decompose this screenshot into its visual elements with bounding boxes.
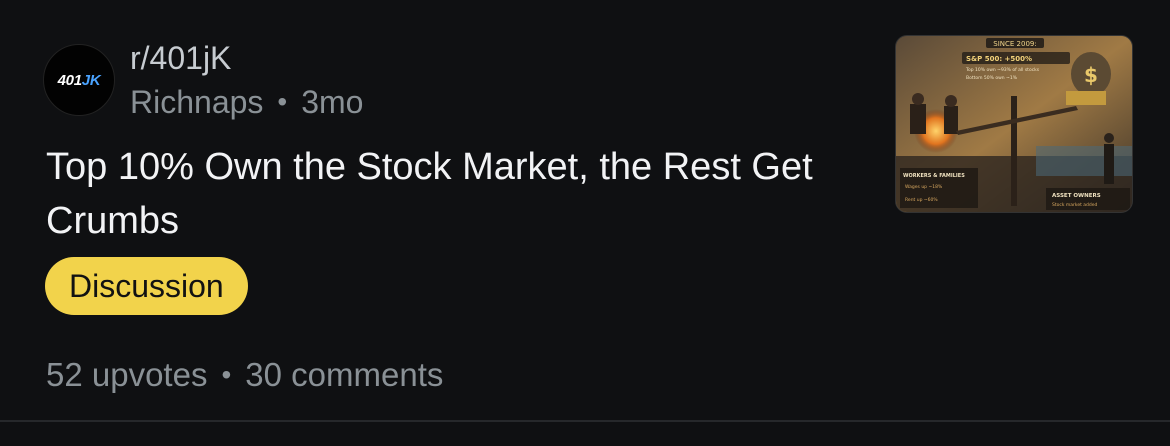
- author-name[interactable]: Richnaps: [130, 82, 263, 122]
- svg-text:Rent up ~60%: Rent up ~60%: [905, 197, 938, 203]
- svg-text:ASSET OWNERS: ASSET OWNERS: [1052, 193, 1101, 199]
- comment-count[interactable]: 30 comments: [245, 355, 443, 395]
- upvote-count[interactable]: 52 upvotes: [46, 355, 207, 395]
- svg-text:SINCE 2009:: SINCE 2009:: [993, 40, 1036, 48]
- divider: [0, 420, 1170, 422]
- subreddit-avatar[interactable]: 401JK: [43, 44, 115, 116]
- subreddit-name[interactable]: r/401jK: [130, 38, 231, 78]
- post-meta: Richnaps • 3mo: [130, 82, 363, 122]
- flair-badge[interactable]: Discussion: [45, 257, 248, 315]
- post-thumbnail[interactable]: $ SINCE 2009: S&P 500: +500% Top 10% own…: [895, 35, 1133, 213]
- thumbnail-illustration: $ SINCE 2009: S&P 500: +500% Top 10% own…: [896, 36, 1132, 212]
- svg-text:WORKERS & FAMILIES: WORKERS & FAMILIES: [903, 173, 965, 179]
- post-stats: 52 upvotes • 30 comments: [46, 355, 443, 395]
- svg-text:Bottom 50% own ~1%: Bottom 50% own ~1%: [966, 75, 1018, 81]
- svg-text:Top 10% own ~93% of all stocks: Top 10% own ~93% of all stocks: [965, 67, 1040, 73]
- post-age: 3mo: [301, 84, 364, 120]
- svg-text:Wages up ~18%: Wages up ~18%: [905, 184, 943, 190]
- svg-text:$: $: [1084, 63, 1098, 87]
- avatar-logo-text: 401JK: [57, 71, 101, 89]
- svg-text:Stock market added: Stock market added: [1052, 202, 1098, 208]
- svg-text:S&P 500: +500%: S&P 500: +500%: [966, 55, 1032, 63]
- post-card[interactable]: 401JK r/401jK Richnaps • 3mo Top 10% Own…: [0, 0, 1170, 446]
- stats-separator: •: [221, 359, 232, 390]
- flair-label: Discussion: [69, 267, 224, 304]
- post-title[interactable]: Top 10% Own the Stock Market, the Rest G…: [46, 140, 846, 248]
- meta-separator: •: [277, 86, 288, 117]
